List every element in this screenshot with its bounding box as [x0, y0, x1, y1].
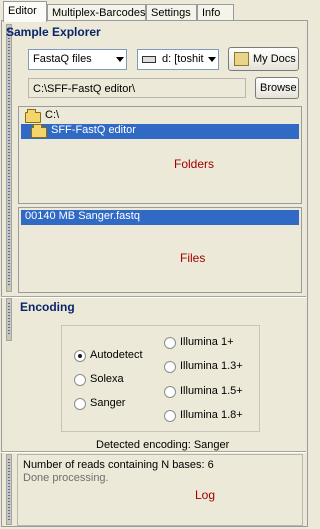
- tab-bar: Editor Multiplex-Barcodes Settings Info: [0, 0, 308, 22]
- drive-value: d: [toshit: [162, 53, 204, 65]
- file-filter-select[interactable]: FastaQ files: [28, 49, 127, 70]
- radio-sanger[interactable]: [74, 398, 86, 410]
- splitter-grip[interactable]: [6, 24, 12, 292]
- files-list[interactable]: 00140 MB Sanger.fastq Files: [18, 207, 302, 293]
- radio-autodetect-label: Autodetect: [90, 349, 143, 361]
- radio-sanger-label: Sanger: [90, 397, 126, 409]
- radio-illumina-1-8[interactable]: [164, 410, 176, 422]
- radio-illumina-1-3[interactable]: [164, 361, 176, 373]
- log-caption: Log: [195, 488, 216, 502]
- folders-list[interactable]: C:\ SFF-FastQ editor Folders: [18, 106, 302, 204]
- radio-solexa[interactable]: [74, 374, 86, 386]
- file-item-label: 00140 MB Sanger.fastq: [25, 210, 140, 222]
- tab-editor[interactable]: Editor: [3, 1, 47, 22]
- radio-illumina-1-8-label: Illumina 1.8+: [180, 409, 243, 421]
- folder-open-icon: [25, 109, 41, 123]
- radio-illumina-1-label: Illumina 1+: [180, 336, 234, 348]
- folder-item[interactable]: C:\: [21, 109, 299, 124]
- radio-illumina-1-5[interactable]: [164, 386, 176, 398]
- tab-settings[interactable]: Settings: [146, 4, 197, 21]
- folder-open-icon: [31, 124, 47, 138]
- browse-button[interactable]: Browse: [255, 77, 299, 99]
- drive-icon: [142, 56, 156, 63]
- folder-item[interactable]: SFF-FastQ editor: [21, 124, 299, 139]
- chevron-down-icon: [116, 57, 124, 62]
- drive-select[interactable]: d: [toshit: [137, 49, 219, 70]
- log-area[interactable]: Number of reads containing N bases: 6 Do…: [17, 454, 303, 526]
- files-caption: Files: [180, 251, 206, 265]
- radio-illumina-1[interactable]: [164, 337, 176, 349]
- my-docs-label: My Docs: [253, 53, 296, 65]
- encoding-title: Encoding: [20, 300, 75, 314]
- sample-explorer-title: Sample Explorer: [6, 25, 101, 39]
- radio-solexa-label: Solexa: [90, 373, 124, 385]
- detected-encoding-text: Detected encoding: Sanger: [96, 439, 230, 451]
- splitter-grip[interactable]: [6, 454, 12, 525]
- folder-item-label: C:\: [45, 109, 60, 121]
- documents-icon: [234, 52, 249, 66]
- tab-multiplex-barcodes[interactable]: Multiplex-Barcodes: [47, 4, 146, 21]
- radio-autodetect[interactable]: [74, 350, 86, 362]
- log-line: Number of reads containing N bases: 6: [23, 459, 214, 471]
- tab-info[interactable]: Info: [197, 4, 234, 21]
- path-field[interactable]: C:\SFF-FastQ editor\: [28, 78, 246, 98]
- browse-label: Browse: [260, 82, 297, 94]
- chevron-down-icon: [208, 57, 216, 62]
- log-line: Done processing.: [23, 472, 109, 484]
- file-filter-value: FastaQ files: [33, 53, 92, 65]
- splitter-grip[interactable]: [6, 298, 12, 341]
- file-item[interactable]: 00140 MB Sanger.fastq: [21, 210, 299, 225]
- folders-caption: Folders: [174, 157, 215, 171]
- radio-illumina-1-5-label: Illumina 1.5+: [180, 385, 243, 397]
- my-docs-button[interactable]: My Docs: [228, 47, 299, 71]
- divider: [1, 451, 306, 453]
- divider: [1, 296, 306, 298]
- folder-item-label: SFF-FastQ editor: [51, 124, 136, 136]
- radio-illumina-1-3-label: Illumina 1.3+: [180, 360, 243, 372]
